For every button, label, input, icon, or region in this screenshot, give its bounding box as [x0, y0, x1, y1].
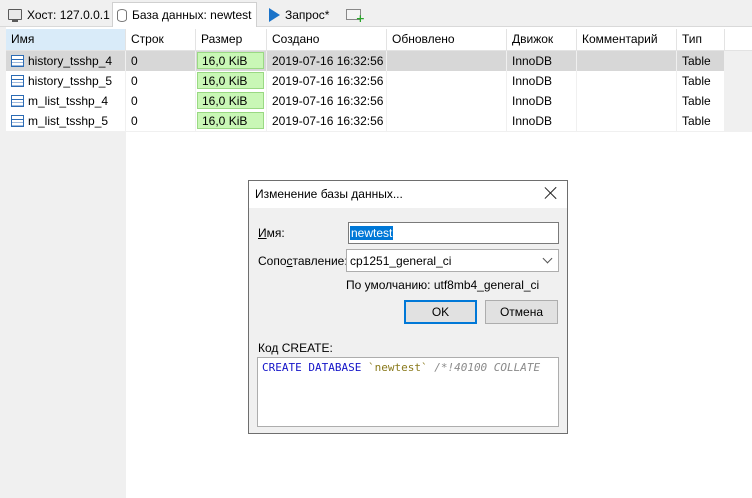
table-size: 16,0 KiB — [202, 74, 248, 88]
grid-empty-area-left — [6, 132, 126, 498]
column-header-size[interactable]: Размер — [196, 29, 267, 50]
column-header-engine[interactable]: Движок — [507, 29, 577, 50]
table-size: 16,0 KiB — [202, 114, 248, 128]
cell-name: m_list_tsshp_4 — [6, 91, 126, 111]
cell-engine: InnoDB — [507, 71, 577, 91]
cell-created: 2019-07-16 16:32:56 — [267, 71, 387, 91]
cell-size: 16,0 KiB — [196, 111, 267, 131]
cell-size: 16,0 KiB — [196, 51, 267, 71]
cell-updated — [387, 51, 507, 71]
cell-updated — [387, 91, 507, 111]
database-name-input[interactable]: newtest — [348, 222, 559, 244]
new-query-tab-button[interactable] — [342, 2, 365, 27]
cell-engine: InnoDB — [507, 111, 577, 131]
cell-comment — [577, 91, 677, 111]
tab-database[interactable]: База данных: newtest — [112, 2, 257, 27]
cell-created: 2019-07-16 16:32:56 — [267, 51, 387, 71]
cell-size: 16,0 KiB — [196, 91, 267, 111]
table-name: history_tsshp_5 — [28, 74, 113, 88]
create-code-editor[interactable]: CREATE DATABASE `newtest` /*!40100 COLLA… — [257, 357, 559, 427]
collation-select[interactable]: cp1251_general_ci — [346, 249, 559, 272]
cell-rows: 0 — [126, 111, 196, 131]
close-icon[interactable] — [544, 186, 558, 200]
edit-database-dialog: Изменение базы данных... Имя: newtest Со… — [248, 180, 568, 434]
cell-name: m_list_tsshp_5 — [6, 111, 126, 131]
cell-size: 16,0 KiB — [196, 71, 267, 91]
table-row[interactable]: history_tsshp_4 0 16,0 KiB 2019-07-16 16:32… — [6, 51, 725, 71]
cell-updated — [387, 71, 507, 91]
table-icon — [11, 95, 24, 107]
tab-query[interactable]: Запрос* — [265, 2, 333, 27]
column-header-type[interactable]: Тип — [677, 29, 725, 50]
code-keyword: CREATE DATABASE — [262, 361, 362, 374]
tab-host-label: Хост: 127.0.0.1 — [27, 7, 110, 22]
table-row[interactable]: history_tsshp_5 0 16,0 KiB 2019-07-16 16:32… — [6, 71, 725, 91]
table-icon — [11, 55, 24, 67]
cell-rows: 0 — [126, 51, 196, 71]
cell-rows: 0 — [126, 91, 196, 111]
column-header-name[interactable]: Имя — [6, 29, 126, 50]
cell-engine: InnoDB — [507, 51, 577, 71]
code-identifier: `newtest` — [367, 361, 428, 374]
cell-comment — [577, 71, 677, 91]
tab-query-label: Запрос* — [285, 7, 330, 22]
cell-comment — [577, 111, 677, 131]
dialog-title-bar: Изменение базы данных... — [249, 181, 567, 208]
table-size: 16,0 KiB — [202, 54, 248, 68]
grid-header: Имя Строк Размер Создано Обновлено Движо… — [6, 29, 752, 51]
host-icon — [8, 9, 22, 22]
table-size: 16,0 KiB — [202, 94, 248, 108]
tab-bar: Хост: 127.0.0.1 База данных: newtest Зап… — [0, 0, 752, 27]
cancel-button[interactable]: Отмена — [485, 300, 558, 324]
table-name: m_list_tsshp_4 — [28, 94, 109, 108]
cell-name: history_tsshp_4 — [6, 51, 126, 71]
name-label: Имя: — [258, 226, 285, 240]
table-name: history_tsshp_4 — [28, 54, 113, 68]
cell-type: Table — [677, 111, 725, 131]
table-icon — [11, 75, 24, 87]
column-header-rows[interactable]: Строк — [126, 29, 196, 50]
cell-created: 2019-07-16 16:32:56 — [267, 111, 387, 131]
create-code-line: CREATE DATABASE `newtest` /*!40100 COLLA… — [262, 361, 540, 374]
new-query-tab-icon — [346, 9, 365, 25]
collation-label: Сопоставление: — [258, 254, 348, 268]
dialog-title: Изменение базы данных... — [255, 187, 403, 201]
table-row[interactable]: m_list_tsshp_4 0 16,0 KiB 2019-07-16 16:32:… — [6, 91, 725, 111]
cell-name: history_tsshp_5 — [6, 71, 126, 91]
code-comment: /*!40100 COLLATE — [434, 361, 541, 374]
cell-type: Table — [677, 91, 725, 111]
cell-type: Table — [677, 51, 725, 71]
database-icon — [117, 8, 127, 22]
cell-comment — [577, 51, 677, 71]
play-icon — [269, 7, 280, 22]
table-row[interactable]: m_list_tsshp_5 0 16,0 KiB 2019-07-16 16:32:… — [6, 111, 725, 131]
column-header-updated[interactable]: Обновлено — [387, 29, 507, 50]
cell-rows: 0 — [126, 71, 196, 91]
default-collation-note: По умолчанию: utf8mb4_general_ci — [346, 278, 540, 292]
tab-database-label: База данных: newtest — [132, 8, 252, 22]
column-header-created[interactable]: Создано — [267, 29, 387, 50]
cell-engine: InnoDB — [507, 91, 577, 111]
column-header-comment[interactable]: Комментарий — [577, 29, 677, 50]
database-name-value: newtest — [350, 226, 394, 240]
table-icon — [11, 115, 24, 127]
chevron-down-icon — [542, 253, 553, 264]
collation-value: cp1251_general_ci — [350, 254, 452, 268]
create-code-label: Код CREATE: — [258, 341, 333, 355]
cell-type: Table — [677, 71, 725, 91]
ok-button[interactable]: OK — [404, 300, 477, 324]
cell-updated — [387, 111, 507, 131]
cell-created: 2019-07-16 16:32:56 — [267, 91, 387, 111]
tab-host[interactable]: Хост: 127.0.0.1 — [4, 2, 114, 27]
table-name: m_list_tsshp_5 — [28, 114, 109, 128]
